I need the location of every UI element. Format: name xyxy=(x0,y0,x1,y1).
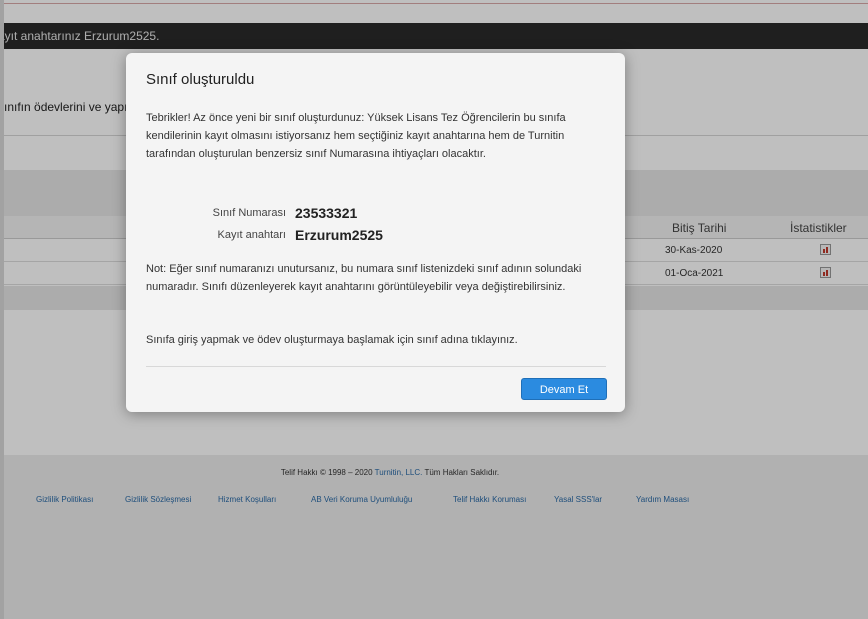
class-number-value: 23533321 xyxy=(295,205,358,221)
dialog-instruction: Sınıfa giriş yapmak ve ödev oluşturmaya … xyxy=(146,334,518,346)
intro-text: Tebrikler! Az önce yeni bir sınıf oluştu… xyxy=(146,112,566,160)
enrollment-key-value: Erzurum2525 xyxy=(295,227,383,243)
class-number-label: Sınıf Numarası xyxy=(212,207,286,219)
enrollment-key-row: Kayıt anahtarı Erzurum2525 xyxy=(166,227,586,247)
dialog-intro: Tebrikler! Az önce yeni bir sınıf oluştu… xyxy=(146,109,611,163)
class-number-row: Sınıf Numarası 23533321 xyxy=(166,205,586,225)
dialog-divider xyxy=(146,366,606,367)
enrollment-key-label: Kayıt anahtarı xyxy=(217,229,287,241)
dialog-title: Sınıf oluşturuldu xyxy=(146,71,255,88)
dialog-note: Not: Eğer sınıf numaranızı unutursanız, … xyxy=(146,263,582,293)
class-created-dialog: Sınıf oluşturuldu Tebrikler! Az önce yen… xyxy=(126,53,625,412)
continue-button[interactable]: Devam Et xyxy=(521,378,607,400)
